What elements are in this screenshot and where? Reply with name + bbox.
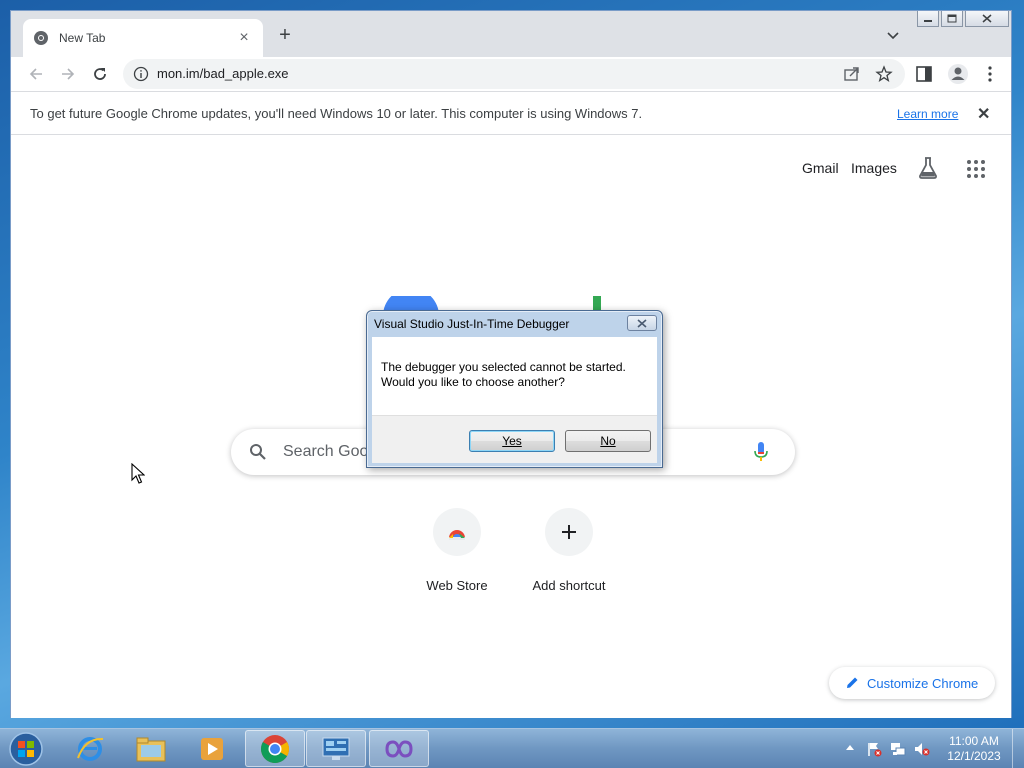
infobar-close-icon[interactable]: ✕	[977, 104, 990, 124]
shortcut-tile	[545, 508, 593, 556]
search-placeholder: Search Goo	[283, 443, 369, 460]
window-controls	[917, 11, 1011, 27]
restore-button[interactable]	[941, 11, 963, 27]
shortcut-tile	[433, 508, 481, 556]
tab-strip: New Tab × +	[11, 11, 1011, 57]
close-icon	[637, 318, 647, 328]
share-icon[interactable]	[843, 65, 861, 83]
microphone-icon[interactable]	[753, 441, 769, 463]
dialog-message-line1: The debugger you selected cannot be star…	[381, 360, 626, 374]
star-icon[interactable]	[875, 65, 893, 83]
customize-chrome-button[interactable]: Customize Chrome	[829, 667, 995, 699]
menu-dots-icon[interactable]	[981, 65, 999, 83]
taskbar: 11:00 AM 12/1/2023	[0, 728, 1024, 768]
reload-icon	[94, 68, 106, 80]
clock-date: 12/1/2023	[947, 749, 1001, 763]
network-icon[interactable]	[890, 741, 906, 757]
gmail-link[interactable]: Gmail	[802, 160, 839, 176]
plus-icon	[562, 525, 576, 539]
infobar-message: To get future Google Chrome updates, you…	[30, 106, 643, 121]
reload-button[interactable]	[89, 63, 111, 85]
images-link[interactable]: Images	[851, 160, 897, 176]
control-panel-icon	[322, 737, 350, 760]
customize-chrome-label: Customize Chrome	[867, 675, 979, 691]
dialog-footer: Yes No	[372, 415, 657, 463]
visual-studio-icon	[385, 739, 413, 758]
chrome-icon	[261, 734, 289, 763]
forward-button[interactable]	[57, 63, 79, 85]
mouse-cursor-icon	[131, 463, 145, 484]
dialog-title: Visual Studio Just-In-Time Debugger	[374, 317, 570, 331]
chevron-down-icon[interactable]	[885, 27, 901, 43]
taskbar-file-explorer[interactable]	[121, 730, 181, 767]
shortcut-web-store[interactable]: Web Store	[407, 508, 507, 593]
start-orb-icon[interactable]	[4, 731, 48, 767]
internet-explorer-icon	[77, 736, 104, 761]
close-window-button[interactable]	[965, 11, 1009, 27]
close-icon	[982, 14, 992, 23]
taskbar-media-player[interactable]	[182, 730, 242, 767]
show-hidden-icons-icon[interactable]	[845, 743, 855, 751]
folder-icon	[136, 737, 166, 761]
shortcut-label: Add shortcut	[532, 578, 606, 593]
pencil-icon	[847, 677, 858, 688]
side-panel-icon[interactable]	[915, 65, 933, 83]
arrow-right-icon	[62, 68, 75, 80]
taskbar-control-panel[interactable]	[306, 730, 366, 767]
tab-title: New Tab	[59, 31, 106, 45]
jit-debugger-dialog: Visual Studio Just-In-Time Debugger The …	[366, 310, 663, 468]
new-tab-button[interactable]: +	[275, 25, 295, 45]
show-desktop-button[interactable]	[1012, 729, 1024, 768]
dialog-message-line2: Would you like to choose another?	[381, 375, 565, 389]
media-player-icon	[201, 737, 223, 760]
taskbar-visual-studio[interactable]	[369, 730, 429, 767]
web-store-icon	[449, 530, 465, 540]
url-text: mon.im/bad_apple.exe	[157, 66, 289, 81]
taskbar-internet-explorer[interactable]	[60, 730, 120, 767]
action-center-flag-icon[interactable]	[866, 741, 882, 757]
volume-muted-icon[interactable]	[914, 741, 930, 757]
dialog-titlebar[interactable]: Visual Studio Just-In-Time Debugger	[367, 311, 662, 337]
tab-close-icon[interactable]: ×	[235, 29, 253, 47]
dialog-close-button[interactable]	[627, 315, 657, 331]
minimize-button[interactable]	[917, 11, 939, 27]
restore-icon	[947, 14, 957, 23]
system-clock[interactable]: 11:00 AM 12/1/2023	[938, 734, 1010, 764]
labs-flask-icon[interactable]	[917, 156, 939, 180]
apps-grid-icon[interactable]	[966, 159, 986, 179]
chrome-icon	[34, 31, 48, 45]
no-button[interactable]: No	[565, 430, 651, 452]
yes-button[interactable]: Yes	[469, 430, 555, 452]
back-button[interactable]	[25, 63, 47, 85]
shortcut-label: Web Store	[426, 578, 488, 593]
profile-avatar-icon[interactable]	[947, 63, 969, 85]
info-icon[interactable]	[133, 66, 149, 82]
toolbar: mon.im/bad_apple.exe	[11, 57, 1011, 91]
dialog-body: The debugger you selected cannot be star…	[372, 337, 657, 463]
address-bar[interactable]: mon.im/bad_apple.exe	[123, 59, 905, 89]
search-icon	[250, 444, 266, 460]
clock-time: 11:00 AM	[949, 734, 999, 748]
update-infobar: To get future Google Chrome updates, you…	[11, 91, 1011, 135]
learn-more-link[interactable]: Learn more	[897, 107, 958, 121]
taskbar-chrome[interactable]	[245, 730, 305, 767]
minimize-icon	[924, 19, 932, 22]
arrow-left-icon	[29, 68, 42, 80]
shortcut-add[interactable]: Add shortcut	[519, 508, 619, 593]
dialog-message: The debugger you selected cannot be star…	[381, 360, 651, 390]
tab-new-tab[interactable]: New Tab ×	[23, 19, 263, 57]
